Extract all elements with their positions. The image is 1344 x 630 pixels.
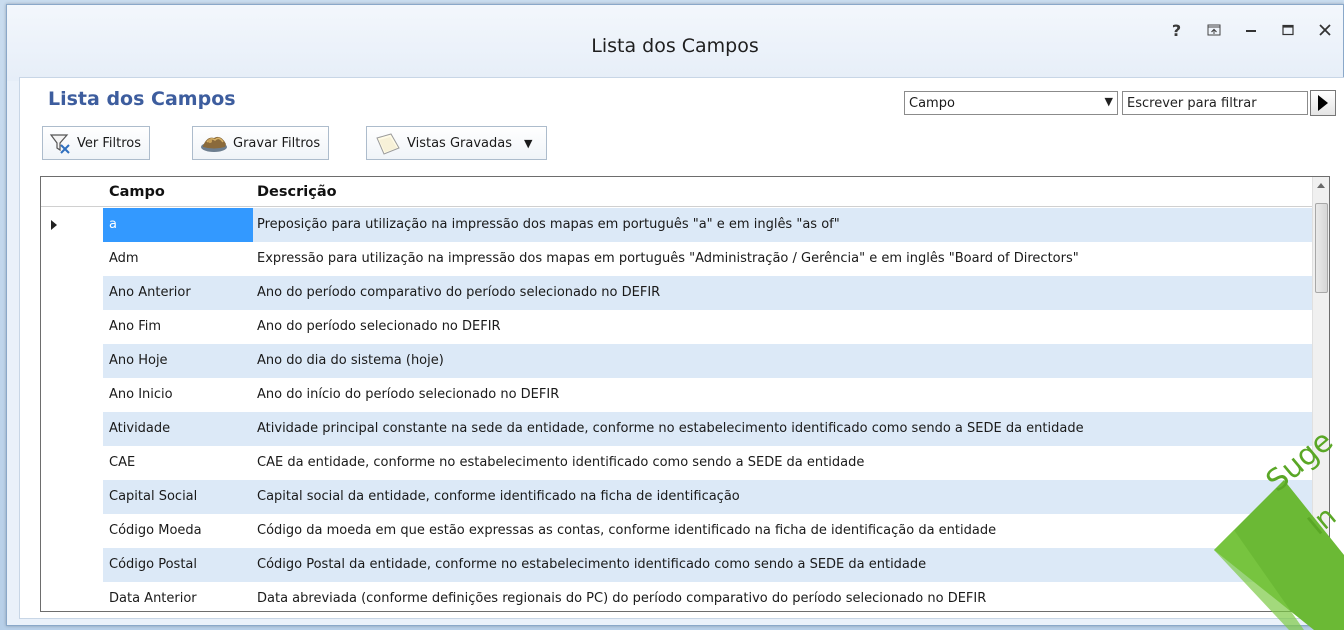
table-row[interactable]: CAE CAE da entidade, conforme no estabele…	[41, 446, 1313, 480]
cell-campo[interactable]: CAE	[103, 446, 253, 480]
minimize-icon[interactable]	[1232, 19, 1269, 41]
cell-campo[interactable]: Capital Social	[103, 480, 253, 514]
play-icon	[1318, 95, 1328, 111]
window-title: Lista dos Campos	[591, 35, 759, 57]
row-indicator[interactable]	[41, 310, 103, 344]
window-controls: ?	[1158, 19, 1343, 41]
filter-field-value: Campo	[909, 95, 955, 111]
pin-icon[interactable]	[1195, 19, 1232, 41]
row-indicator[interactable]	[41, 412, 103, 446]
cell-descricao[interactable]: Código da moeda em que estão expressas a…	[253, 514, 1313, 548]
grid-rows: a Preposição para utilização na impressão…	[41, 208, 1313, 611]
cell-descricao[interactable]: Expressão para utilização na impressão d…	[253, 242, 1313, 276]
gravar-filtros-label: Gravar Filtros	[233, 135, 321, 151]
filter-input[interactable]	[1122, 91, 1308, 115]
cell-campo[interactable]: Ano Hoje	[103, 344, 253, 378]
campos-grid: Campo Descrição a Preposição para utiliza…	[40, 176, 1330, 612]
cell-descricao[interactable]: Data abreviada (conforme definições regi…	[253, 582, 1313, 611]
cell-descricao[interactable]: Ano do período selecionado no DEFIR	[253, 310, 1313, 344]
help-icon[interactable]: ?	[1158, 19, 1195, 41]
table-row[interactable]: Data Anterior Data abreviada (conforme de…	[41, 582, 1313, 611]
cell-descricao[interactable]: Atividade principal constante na sede da…	[253, 412, 1313, 446]
close-icon[interactable]	[1306, 19, 1343, 41]
cell-descricao[interactable]: Capital social da entidade, conforme ide…	[253, 480, 1313, 514]
cell-campo[interactable]: Data Anterior	[103, 582, 253, 611]
column-header-descricao[interactable]: Descrição	[257, 177, 337, 207]
table-row[interactable]: Código Postal Código Postal da entidade, …	[41, 548, 1313, 582]
row-indicator[interactable]	[41, 480, 103, 514]
table-row[interactable]: Código Moeda Código da moeda em que estão…	[41, 514, 1313, 548]
cell-descricao[interactable]: Ano do início do período selecionado no …	[253, 378, 1313, 412]
table-row[interactable]: Adm Expressão para utilização na impressã…	[41, 242, 1313, 276]
column-header-campo[interactable]: Campo	[109, 177, 165, 207]
vertical-scrollbar[interactable]	[1312, 177, 1329, 611]
gravar-filtros-button[interactable]: Gravar Filtros	[192, 126, 330, 160]
cell-descricao[interactable]: Ano do período comparativo do período se…	[253, 276, 1313, 310]
row-indicator[interactable]	[41, 208, 103, 242]
row-indicator[interactable]	[41, 242, 103, 276]
chevron-down-icon: ▼	[524, 136, 533, 150]
content-panel: Lista dos Campos Campo ▼ Ver Filtros Gra…	[19, 77, 1344, 630]
table-row[interactable]: Ano Anterior Ano do período comparativo d…	[41, 276, 1313, 310]
current-row-arrow-icon	[51, 220, 57, 230]
table-row[interactable]: Capital Social Capital social da entidade…	[41, 480, 1313, 514]
row-indicator[interactable]	[41, 582, 103, 611]
vistas-gravadas-button[interactable]: Vistas Gravadas ▼	[366, 126, 548, 160]
title-bar: Lista dos Campos ?	[7, 5, 1343, 81]
ver-filtros-label: Ver Filtros	[77, 135, 141, 151]
maximize-icon[interactable]	[1269, 19, 1306, 41]
filter-field-select[interactable]: Campo ▼	[904, 91, 1118, 115]
cell-campo[interactable]: Adm	[103, 242, 253, 276]
cell-descricao[interactable]: Preposição para utilização na impressão …	[253, 208, 1313, 242]
vistas-gravadas-label: Vistas Gravadas	[407, 135, 512, 151]
row-indicator[interactable]	[41, 548, 103, 582]
row-indicator[interactable]	[41, 378, 103, 412]
cell-campo[interactable]: Ano Anterior	[103, 276, 253, 310]
table-row[interactable]: Ano Inicio Ano do início do período selec…	[41, 378, 1313, 412]
dropdown-arrow-icon: ▼	[1104, 95, 1113, 108]
row-indicator[interactable]	[41, 276, 103, 310]
cell-campo[interactable]: Código Postal	[103, 548, 253, 582]
table-row[interactable]: Ano Fim Ano do período selecionado no DEF…	[41, 310, 1313, 344]
row-indicator[interactable]	[41, 514, 103, 548]
grid-header: Campo Descrição	[41, 177, 1313, 207]
document-icon	[373, 132, 403, 155]
save-filter-icon	[199, 132, 229, 154]
filter-icon	[49, 132, 73, 154]
cell-descricao[interactable]: Ano do dia do sistema (hoje)	[253, 344, 1313, 378]
cell-campo[interactable]: a	[103, 208, 253, 242]
row-indicator[interactable]	[41, 344, 103, 378]
table-row[interactable]: Atividade Atividade principal constante n…	[41, 412, 1313, 446]
scroll-up-icon[interactable]	[1317, 183, 1325, 188]
apply-filter-button[interactable]	[1310, 90, 1336, 116]
table-row[interactable]: Ano Hoje Ano do dia do sistema (hoje)	[41, 344, 1313, 378]
scroll-thumb[interactable]	[1315, 203, 1328, 293]
cell-campo[interactable]: Código Moeda	[103, 514, 253, 548]
cell-campo[interactable]: Ano Inicio	[103, 378, 253, 412]
panel-title: Lista dos Campos	[48, 88, 236, 110]
cell-campo[interactable]: Ano Fim	[103, 310, 253, 344]
table-row[interactable]: a Preposição para utilização na impressão…	[41, 208, 1313, 242]
cell-descricao[interactable]: Código Postal da entidade, conforme no e…	[253, 548, 1313, 582]
row-indicator[interactable]	[41, 446, 103, 480]
cell-descricao[interactable]: CAE da entidade, conforme no estabelecim…	[253, 446, 1313, 480]
main-window: Lista dos Campos ? Lista dos Campos Camp…	[6, 4, 1344, 630]
cell-campo[interactable]: Atividade	[103, 412, 253, 446]
ver-filtros-button[interactable]: Ver Filtros	[42, 126, 150, 160]
